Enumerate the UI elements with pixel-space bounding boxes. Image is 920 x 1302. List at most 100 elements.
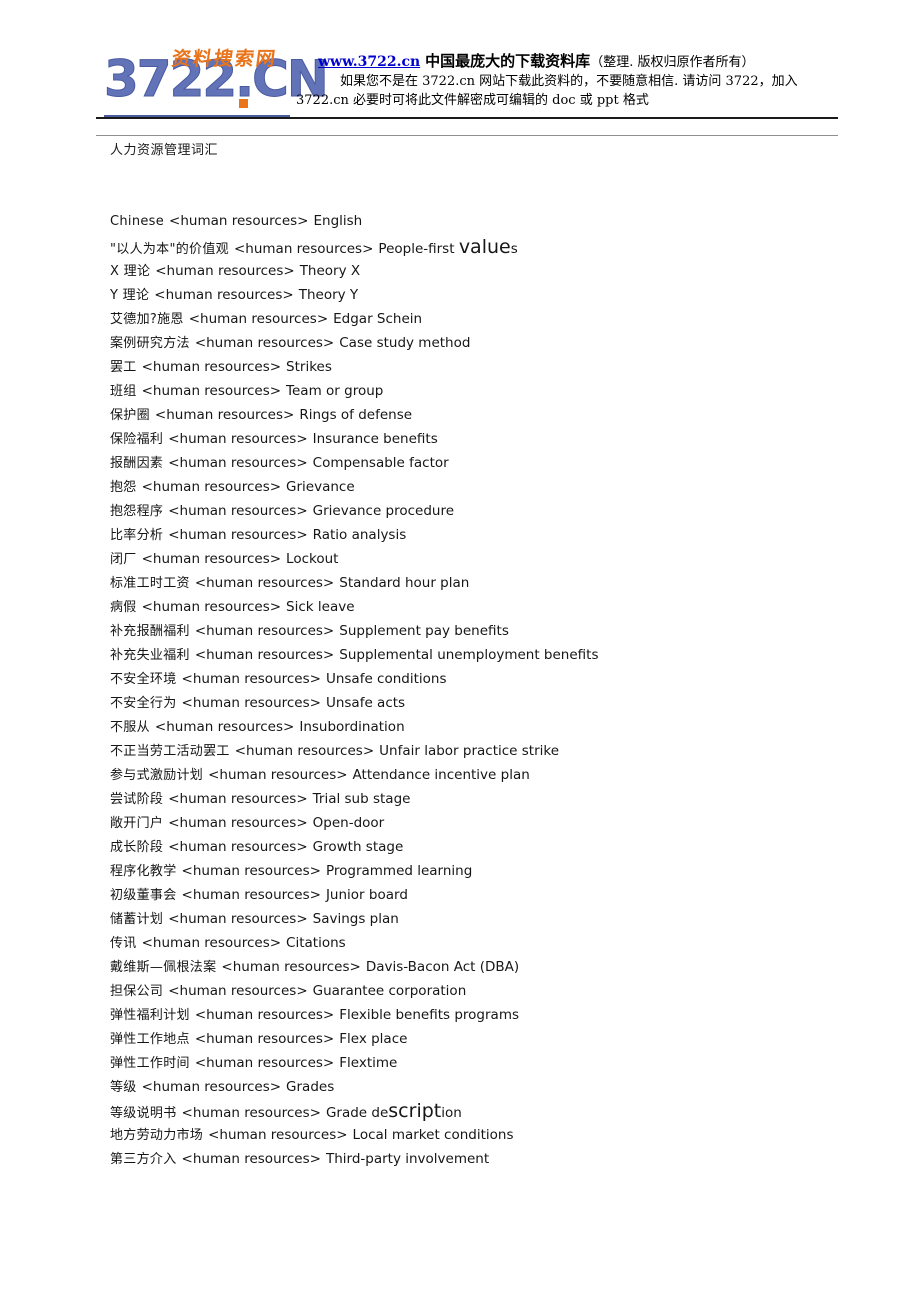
glossary-term-chinese: Chinese: [110, 214, 165, 229]
glossary-term-english: Local market conditions: [352, 1127, 514, 1143]
glossary-entry: "以人为本"的价值观 <human resources> People-first …: [110, 235, 870, 259]
glossary-entry: 保护圈 <human resources> Rings of defense: [110, 403, 870, 427]
glossary-term-english: Theory Y: [298, 287, 359, 303]
glossary-term-english: Theory X: [299, 263, 361, 279]
glossary-term-chinese: 保险福利: [110, 432, 164, 447]
glossary-term-chinese: 等级说明书: [110, 1106, 177, 1121]
glossary-term-chinese: 弹性工作地点: [110, 1032, 190, 1047]
glossary-term-chinese: 初级董事会: [110, 888, 177, 903]
glossary-term-english: Unsafe acts: [325, 695, 406, 711]
glossary-separator-tag: <human resources>: [194, 575, 335, 591]
glossary-entry: 储蓄计划 <human resources> Savings plan: [110, 907, 870, 931]
glossary-entry: 不正当劳工活动罢工 <human resources> Unfair labor p…: [110, 739, 870, 763]
glossary-term-english: Edgar Schein: [333, 311, 423, 327]
glossary-term-english: Sick leave: [286, 599, 355, 615]
glossary-separator-tag: <human resources>: [208, 1127, 348, 1143]
glossary-term-chinese: 补充失业福利: [110, 648, 190, 663]
glossary-term-chinese: 抱怨程序: [110, 504, 164, 519]
glossary-term-chinese: 不安全行为: [110, 696, 177, 711]
glossary-term-chinese: "以人为本"的价值观: [110, 242, 229, 257]
glossary-term-english: Unsafe conditions: [325, 671, 447, 687]
glossary-term-english: English: [313, 213, 363, 229]
header-divider-thin: [96, 135, 838, 136]
glossary-term-chinese: 班组: [110, 384, 137, 399]
glossary-entry: 戴维斯—佩根法案 <human resources> Davis-Bacon Act…: [110, 955, 870, 979]
glossary-term-english: Attendance incentive plan: [352, 767, 530, 783]
glossary-term-chinese: 参与式激励计划: [110, 768, 204, 783]
page-title: 人力资源管理词汇: [110, 143, 219, 158]
glossary-term-chinese: 戴维斯—佩根法案: [110, 960, 217, 975]
glossary-separator-tag: <human resources>: [188, 311, 329, 327]
glossary-term-chinese: 弹性福利计划: [110, 1008, 190, 1023]
glossary-separator-tag: <human resources>: [234, 743, 375, 759]
header-line-3: 3722.cn 必要时可将此文件解密成可编辑的 doc 或 ppt 格式: [296, 93, 649, 108]
glossary-entry: 等级 <human resources> Grades: [110, 1075, 870, 1099]
site-url-link[interactable]: www.3722.cn: [318, 54, 420, 70]
glossary-term-chinese: 储蓄计划: [110, 912, 164, 927]
glossary-entry: 病假 <human resources> Sick leave: [110, 595, 870, 619]
glossary-term-english: Grades: [286, 1079, 335, 1095]
glossary-entry: 弹性工作时间 <human resources> Flextime: [110, 1051, 870, 1075]
glossary-separator-tag: <human resources>: [181, 863, 321, 879]
glossary-term-english: Flexible benefits programs: [339, 1007, 520, 1023]
glossary-entry: 闭厂 <human resources> Lockout: [110, 547, 870, 571]
glossary-separator-tag: <human resources>: [168, 983, 308, 999]
glossary-term-english: Supplemental unemployment benefits: [339, 647, 599, 663]
header-line-1: www.3722.cn 中国最庞大的下载资料库（整理. 版权归原作者所有）: [318, 52, 878, 72]
site-header-banner: 3722.CN 资料搜索网 www.3722.cn 中国最庞大的下载资料库（整理.…: [0, 0, 920, 118]
glossary-entry: 参与式激励计划 <human resources> Attendance incen…: [110, 763, 870, 787]
glossary-separator-tag: <human resources>: [169, 213, 309, 229]
glossary-separator-tag: <human resources>: [168, 431, 308, 447]
glossary-separator-tag: <human resources>: [181, 1105, 321, 1121]
glossary-term-chinese: 不服从: [110, 720, 150, 735]
glossary-separator-tag: <human resources>: [194, 1055, 335, 1071]
glossary-term-english: Davis-Bacon Act (DBA): [365, 959, 520, 975]
glossary-term-english: Lockout: [286, 551, 339, 567]
glossary-separator-tag: <human resources>: [141, 935, 282, 951]
glossary-separator-tag: <human resources>: [233, 241, 374, 257]
header-text-block: www.3722.cn 中国最庞大的下载资料库（整理. 版权归原作者所有） 如果您…: [296, 52, 878, 110]
glossary-entry: 罢工 <human resources> Strikes: [110, 355, 870, 379]
document-page: 3722.CN 资料搜索网 www.3722.cn 中国最庞大的下载资料库（整理.…: [0, 0, 920, 1302]
glossary-term-english: Supplement pay benefits: [339, 623, 509, 639]
glossary-entry: Y 理论 <human resources> Theory Y: [110, 283, 870, 307]
glossary-entry: 初级董事会 <human resources> Junior board: [110, 883, 870, 907]
glossary-entry: 报酬因素 <human resources> Compensable factor: [110, 451, 870, 475]
glossary-entry: 班组 <human resources> Team or group: [110, 379, 870, 403]
glossary-separator-tag: <human resources>: [168, 791, 308, 807]
glossary-separator-tag: <human resources>: [141, 551, 282, 567]
glossary-term-chinese: 程序化教学: [110, 864, 177, 879]
glossary-term-english: Rings of defense: [299, 407, 413, 423]
glossary-list: Chinese <human resources> English "以人为本"的价值…: [110, 209, 870, 1171]
glossary-entry: 标准工时工资 <human resources> Standard hour pla…: [110, 571, 870, 595]
glossary-term-chinese: 地方劳动力市场: [110, 1128, 204, 1143]
glossary-term-english: Open-door: [312, 815, 385, 831]
glossary-entry: 成长阶段 <human resources> Growth stage: [110, 835, 870, 859]
glossary-entry: 担保公司 <human resources> Guarantee corporati…: [110, 979, 870, 1003]
glossary-term-english: Flextime: [339, 1055, 398, 1071]
glossary-term-chinese: 不安全环境: [110, 672, 177, 687]
glossary-separator-tag: <human resources>: [194, 647, 335, 663]
glossary-separator-tag: <human resources>: [181, 671, 321, 687]
glossary-separator-tag: <human resources>: [141, 599, 282, 615]
glossary-entry: 补充失业福利 <human resources> Supplemental unem…: [110, 643, 870, 667]
glossary-separator-tag: <human resources>: [155, 263, 295, 279]
glossary-term-chinese: 等级: [110, 1080, 137, 1095]
glossary-term-english: Insubordination: [299, 719, 405, 735]
glossary-term-english: Flex place: [339, 1031, 408, 1047]
glossary-term-chinese: 案例研究方法: [110, 336, 190, 351]
glossary-separator-tag: <human resources>: [168, 839, 308, 855]
glossary-term-english: Grade description: [325, 1100, 462, 1122]
header-line-2: 如果您不是在 3722.cn 网站下载此资料的，不要随意相信. 请访问 3722…: [340, 74, 798, 89]
glossary-entry: 补充报酬福利 <human resources> Supplement pay be…: [110, 619, 870, 643]
glossary-entry: 传讯 <human resources> Citations: [110, 931, 870, 955]
glossary-term-chinese: 敞开门户: [110, 816, 164, 831]
glossary-term-chinese: 比率分析: [110, 528, 164, 543]
glossary-separator-tag: <human resources>: [141, 383, 282, 399]
glossary-separator-tag: <human resources>: [194, 1007, 335, 1023]
glossary-separator-tag: <human resources>: [181, 887, 321, 903]
glossary-term-chinese: 弹性工作时间: [110, 1056, 190, 1071]
glossary-entry: 地方劳动力市场 <human resources> Local market con…: [110, 1123, 870, 1147]
glossary-term-english: Team or group: [286, 383, 384, 399]
glossary-separator-tag: <human resources>: [181, 1151, 321, 1167]
